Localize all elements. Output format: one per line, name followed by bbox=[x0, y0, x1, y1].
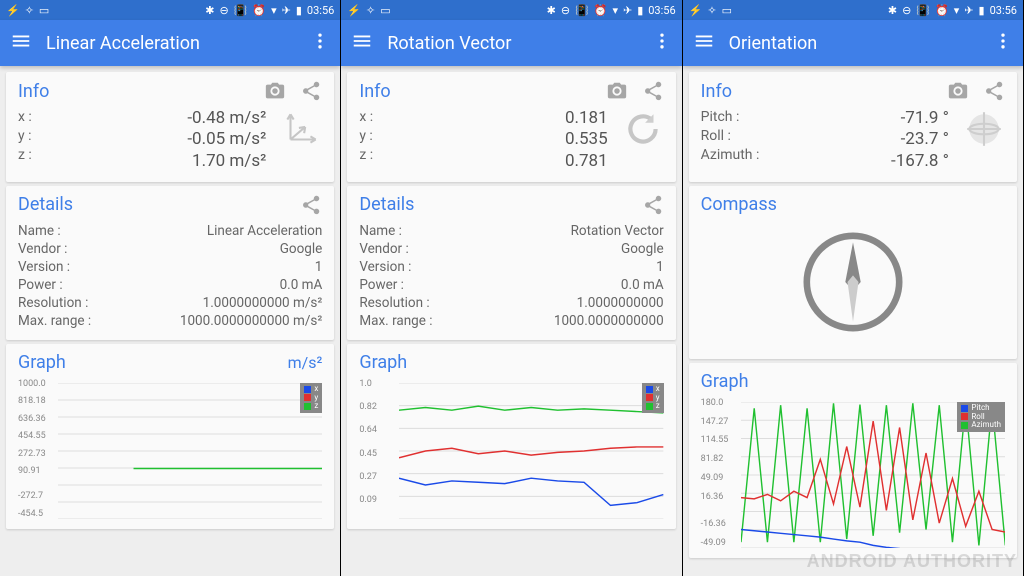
info-title: Info bbox=[18, 81, 250, 102]
info-value: -0.48 m/s² bbox=[40, 108, 267, 129]
refresh-icon bbox=[622, 108, 664, 150]
compass-icon bbox=[701, 221, 1005, 349]
info-value: -0.05 m/s² bbox=[40, 129, 267, 150]
detail-row: Version :1 bbox=[18, 258, 322, 276]
status-bar: ⚡✧▭ ✱⊖📳⏰▾✈▮ 03:56 bbox=[341, 0, 681, 20]
app-bar: Orientation bbox=[683, 20, 1023, 66]
share-icon[interactable] bbox=[300, 194, 322, 216]
status-bar: ⚡✧▭ ✱⊖📳⏰▾✈▮ 03:56 bbox=[683, 0, 1023, 20]
bolt-icon: ✧ bbox=[25, 4, 34, 17]
screen-rotation-vector: ⚡✧▭ ✱⊖📳⏰▾✈▮ 03:56 Rotation Vector Info x… bbox=[341, 0, 682, 576]
details-title: Details bbox=[18, 194, 286, 215]
info-card: Info x : y : z : -0.48 m/s² -0.05 m/s² 1… bbox=[6, 72, 334, 182]
bluetooth-icon: ✱ bbox=[205, 4, 214, 17]
screenshot-icon[interactable] bbox=[606, 80, 628, 102]
vibrate-icon: 📳 bbox=[234, 4, 248, 17]
share-icon[interactable] bbox=[983, 80, 1005, 102]
menu-button[interactable] bbox=[351, 30, 373, 56]
info-label: x : bbox=[18, 108, 32, 127]
detail-row: Power :0.0 mA bbox=[18, 276, 322, 294]
clock: 03:56 bbox=[990, 4, 1017, 17]
menu-button[interactable] bbox=[693, 30, 715, 56]
axes-icon bbox=[280, 108, 322, 150]
graph-plot[interactable]: 1000.0818.18636.36454.55272.7390.91-272.… bbox=[18, 379, 322, 519]
graph-card: Graph 1.00.820.640.450.270.09 x y z bbox=[347, 344, 675, 529]
info-card: Info x : y : z : 0.181 0.535 0.781 bbox=[347, 72, 675, 182]
screen-orientation: ⚡✧▭ ✱⊖📳⏰▾✈▮ 03:56 Orientation Info Pitch… bbox=[683, 0, 1024, 576]
app-bar: Linear Acceleration bbox=[0, 20, 340, 66]
menu-button[interactable] bbox=[10, 30, 32, 56]
graph-unit: m/s² bbox=[288, 353, 323, 372]
info-card: Info Pitch : Roll : Azimuth : -71.9 ° -2… bbox=[689, 72, 1017, 182]
share-icon[interactable] bbox=[642, 194, 664, 216]
overflow-button[interactable] bbox=[993, 31, 1013, 55]
detail-row: Resolution :1.0000000000 m/s² bbox=[18, 294, 322, 312]
battery-icon: ▮ bbox=[296, 4, 302, 17]
page-title: Linear Acceleration bbox=[46, 33, 296, 54]
graph-title: Graph bbox=[18, 352, 288, 373]
info-value: 1.70 m/s² bbox=[40, 151, 267, 172]
info-label: y : bbox=[18, 127, 32, 146]
picture-icon: ▭ bbox=[39, 4, 49, 17]
dnd-icon: ⊖ bbox=[219, 4, 228, 17]
share-icon[interactable] bbox=[642, 80, 664, 102]
detail-row: Name :Linear Acceleration bbox=[18, 222, 322, 240]
compass-card: Compass bbox=[689, 186, 1017, 359]
page-title: Orientation bbox=[729, 33, 979, 54]
graph-card: Graph 180.0147.27114.5581.8249.0916.36-1… bbox=[689, 363, 1017, 558]
graph-plot[interactable]: 180.0147.27114.5581.8249.0916.36-16.36-4… bbox=[701, 398, 1005, 548]
content: Info x : y : z : -0.48 m/s² -0.05 m/s² 1… bbox=[0, 66, 340, 576]
details-card: Details Name :Rotation Vector Vendor :Go… bbox=[347, 186, 675, 340]
wifi-icon: ▾ bbox=[271, 4, 277, 17]
airplane-icon: ✈ bbox=[282, 4, 291, 17]
clock: 03:56 bbox=[648, 4, 675, 17]
screenshot-icon[interactable] bbox=[264, 80, 286, 102]
details-card: Details Name :Linear Acceleration Vendor… bbox=[6, 186, 334, 340]
overflow-button[interactable] bbox=[652, 31, 672, 55]
graph-legend: x y z bbox=[642, 383, 664, 413]
clock: 03:56 bbox=[307, 4, 334, 17]
screenshot-icon[interactable] bbox=[947, 80, 969, 102]
app-bar: Rotation Vector bbox=[341, 20, 681, 66]
detail-row: Max. range :1000.0000000000 m/s² bbox=[18, 312, 322, 330]
overflow-button[interactable] bbox=[310, 31, 330, 55]
detail-row: Vendor :Google bbox=[18, 240, 322, 258]
graph-legend: x y z bbox=[300, 383, 322, 413]
share-icon[interactable] bbox=[300, 80, 322, 102]
graph-legend: Pitch Roll Azimuth bbox=[957, 402, 1005, 432]
graph-card: Graph m/s² 1000.0818.18636.36454.55272.7… bbox=[6, 344, 334, 529]
page-title: Rotation Vector bbox=[387, 33, 637, 54]
alarm-icon: ⏰ bbox=[252, 4, 266, 17]
flash-icon: ⚡ bbox=[6, 4, 20, 17]
screen-linear-acceleration: ⚡ ✧ ▭ ✱ ⊖ 📳 ⏰ ▾ ✈ ▮ 03:56 Linear Acceler… bbox=[0, 0, 341, 576]
sphere-icon bbox=[963, 108, 1005, 150]
graph-plot[interactable]: 1.00.820.640.450.270.09 x y z bbox=[359, 379, 663, 519]
status-bar: ⚡ ✧ ▭ ✱ ⊖ 📳 ⏰ ▾ ✈ ▮ 03:56 bbox=[0, 0, 340, 20]
info-label: z : bbox=[18, 146, 32, 165]
